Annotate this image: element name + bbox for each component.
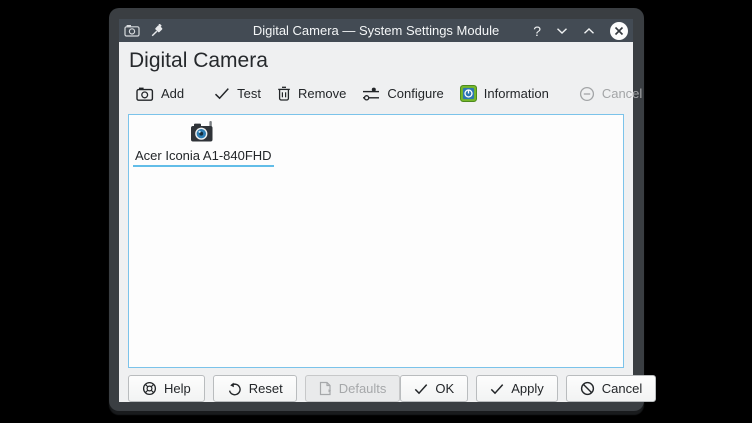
sliders-icon [362,87,380,101]
camera-list[interactable]: Acer Iconia A1-840FHD [128,114,624,368]
info-badge-icon [460,85,477,102]
toolbar-cancel-button: Cancel [571,82,650,106]
information-button-label: Information [484,86,549,101]
add-button[interactable]: Add [128,82,192,105]
test-button-label: Test [237,86,261,101]
trash-icon [277,86,291,101]
page-title: Digital Camera [129,47,624,74]
apply-button-label: Apply [511,381,544,396]
camera-toolbar: Add Test [128,79,624,108]
document-icon [319,381,332,396]
remove-button-label: Remove [298,86,346,101]
reset-button-label: Reset [249,381,283,396]
add-button-label: Add [161,86,184,101]
help-button-label: Help [164,381,191,396]
window-frame: Digital Camera — System Settings Module [109,8,644,411]
defaults-button: Defaults [305,375,401,402]
ok-button[interactable]: OK [400,375,468,402]
apply-button[interactable]: Apply [476,375,558,402]
no-entry-icon [580,381,595,396]
camera-add-icon [136,87,154,101]
camera-item-label[interactable]: Acer Iconia A1-840FHD [133,147,274,167]
check-icon [214,87,230,100]
close-icon[interactable] [610,22,628,40]
circle-minus-icon [579,86,595,102]
check-icon [490,383,504,395]
check-icon [414,383,428,395]
configure-button-label: Configure [387,86,443,101]
undo-icon [227,382,242,396]
reset-button[interactable]: Reset [213,375,297,402]
titlebar[interactable]: Digital Camera — System Settings Module [119,19,633,42]
desktop-background: Digital Camera — System Settings Module [0,0,752,423]
dialog-footer: Help Reset [128,375,624,402]
defaults-button-label: Defaults [339,381,387,396]
lifebuoy-icon [142,381,157,396]
test-button[interactable]: Test [206,82,269,105]
help-icon[interactable]: ? [533,24,541,38]
help-button[interactable]: Help [128,375,205,402]
ok-button-label: OK [435,381,454,396]
information-button[interactable]: Information [452,81,557,106]
pin-icon[interactable] [151,24,164,37]
toolbar-cancel-label: Cancel [602,86,642,101]
cancel-button[interactable]: Cancel [566,375,656,402]
module-content: Digital Camera Add [119,42,633,402]
camera-device-icon [188,120,218,145]
chevron-up-icon[interactable] [583,27,595,35]
camera-app-icon [124,24,140,37]
cancel-button-label: Cancel [602,381,642,396]
remove-button[interactable]: Remove [269,82,354,105]
chevron-down-icon[interactable] [556,27,568,35]
list-item-camera[interactable]: Acer Iconia A1-840FHD [133,120,274,167]
configure-button[interactable]: Configure [354,82,451,105]
